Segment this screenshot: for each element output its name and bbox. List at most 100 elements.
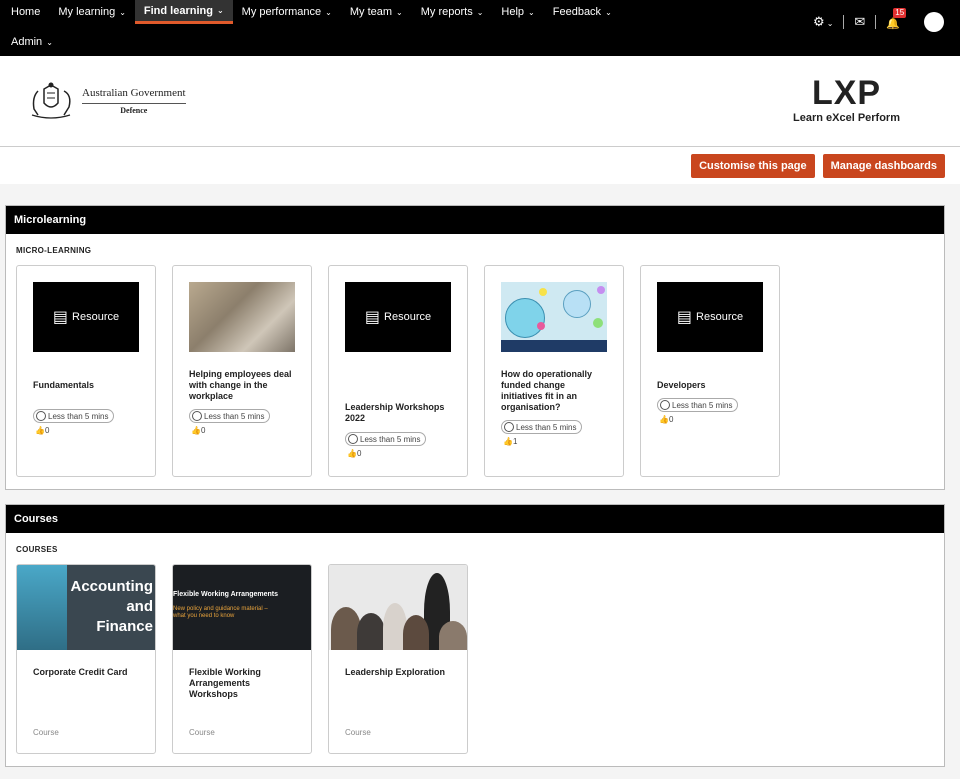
likes-count[interactable]: 👍0 [191,426,205,435]
customise-page-button[interactable]: Customise this page [691,153,815,178]
likes-count[interactable]: 👍1 [503,437,517,446]
diagram-circle [563,290,591,318]
resource-label: Resource [384,311,432,323]
nav-my-team-label: My team [349,6,393,18]
chevron-down-icon: ⌄ [325,7,332,17]
nav-utilities: ⚙ ⌄ ✉ 🔔 15 [813,7,944,32]
thumbnail-title-line: Finance [96,618,153,635]
resource-label: Resource [72,311,120,323]
likes-count[interactable]: 👍0 [659,415,673,424]
duration-text: Less than 5 mins [48,411,109,421]
card-title: How do operationally funded change initi… [501,369,593,412]
nav-feedback[interactable]: Feedback ⌄ [544,0,621,24]
block-subheading: COURSES [16,545,58,554]
block-heading: Courses [6,505,944,533]
nav-my-learning-label: My learning [58,6,116,18]
department-name: Defence [120,106,148,115]
nav-row-secondary: Admin ⌄ [0,30,960,54]
lxp-logo[interactable]: LXP Learn eXcel Perform [793,74,900,124]
nav-divider [843,15,845,29]
thumbnail-subtitle-line: what you need to know [173,613,235,619]
open-book-icon: ▤ [676,309,693,326]
chevron-down-icon: ⌄ [476,7,484,17]
likes-value: 0 [44,426,50,435]
course-thumbnail [329,565,467,650]
courses-block: Courses COURSES Accounting and Finance C… [5,504,945,767]
diagram-circle [593,318,603,328]
thumbs-up-icon: 👍 [503,437,513,446]
duration-pill: Less than 5 mins [657,398,739,412]
microlearning-block: Microlearning MICRO-LEARNING ▤ Resource F… [5,205,945,490]
course-type: Course [345,728,371,737]
thumbs-up-icon: 👍 [191,426,201,435]
chevron-down-icon: ⌄ [826,19,834,28]
bell-glyph: 🔔 [886,17,900,30]
resource-thumbnail: ▤ Resource [657,282,763,352]
audience-figure [439,621,467,650]
user-avatar[interactable] [924,12,944,32]
nav-find-learning[interactable]: Find learning ⌄ [134,0,233,24]
likes-count[interactable]: 👍0 [347,449,361,458]
australian-government-logo[interactable]: Australian Government Defence [24,81,186,121]
chevron-down-icon: ⌄ [528,7,535,17]
course-title: Leadership Exploration [345,667,446,677]
likes-value: 0 [200,426,206,435]
nav-home[interactable]: Home [2,0,49,24]
course-card[interactable]: Flexible Working Arrangements New policy… [172,564,312,754]
likes-value: 0 [356,449,362,458]
nav-help[interactable]: Help ⌄ [492,0,543,24]
nav-my-team[interactable]: My team ⌄ [341,0,412,24]
nav-home-label: Home [11,6,41,18]
settings-gear-icon[interactable]: ⚙ ⌄ [813,14,833,30]
logo-text: Australian Government Defence [82,87,186,115]
duration-pill: Less than 5 mins [189,409,271,423]
thumbnail-title: Flexible Working Arrangements [173,591,279,598]
top-navigation: Home My learning ⌄ Find learning ⌄ My perf… [0,0,960,56]
duration-pill: Less than 5 mins [501,420,583,434]
nav-find-learning-label: Find learning [143,4,213,17]
thumbs-up-icon: 👍 [659,415,669,424]
nav-my-performance[interactable]: My performance ⌄ [233,0,341,24]
clock-icon [660,400,670,410]
nav-admin[interactable]: Admin ⌄ [2,30,62,54]
calculator-graphic [17,565,67,650]
nav-my-learning[interactable]: My learning ⌄ [49,0,135,24]
thumbs-up-icon: 👍 [347,449,357,458]
page-actions: Customise this page Manage dashboards [0,147,960,184]
learning-card[interactable]: Helping employees deal with change in th… [172,265,312,477]
chevron-down-icon: ⌄ [119,7,126,17]
mail-icon[interactable]: ✉ [854,14,865,30]
block-heading: Microlearning [6,206,944,234]
duration-pill: Less than 5 mins [345,432,427,446]
card-title: Developers [657,380,706,390]
thumbnail-title-line: Accounting [70,578,154,595]
diagram-thumbnail [501,282,607,352]
notifications-bell-icon[interactable]: 🔔 15 [886,7,907,30]
thumbnail-subtitle: New policy and guidance material – what … [173,606,268,620]
course-thumbnail: Flexible Working Arrangements New policy… [173,565,311,650]
learning-card[interactable]: ▤ Resource Leadership Workshops 2022 Less… [328,265,468,477]
nav-my-reports[interactable]: My reports ⌄ [412,0,493,24]
card-title: Helping employees deal with change in th… [189,369,292,401]
duration-text: Less than 5 mins [204,411,265,421]
learning-card[interactable]: ▤ Resource Developers Less than 5 mins 👍0 [640,265,780,477]
course-type: Course [189,728,215,737]
course-title: Flexible Working Arrangements Workshops [189,667,261,699]
card-title: Leadership Workshops 2022 [345,402,445,423]
course-card[interactable]: Leadership Exploration Course [328,564,468,754]
manage-dashboards-button[interactable]: Manage dashboards [822,153,945,178]
coat-of-arms-icon [24,81,78,121]
learning-card[interactable]: How do operationally funded change initi… [484,265,624,477]
card-title: Fundamentals [33,380,95,390]
course-card-list: Accounting and Finance Corporate Credit … [6,564,944,766]
chevron-down-icon: ⌄ [605,7,612,17]
clock-icon [348,434,358,444]
nav-divider [875,15,877,29]
clock-icon [192,411,202,421]
open-book-icon: ▤ [364,309,381,326]
likes-count[interactable]: 👍0 [35,426,49,435]
learning-card[interactable]: ▤ Resource Fundamentals Less than 5 mins … [16,265,156,477]
thumbnail-subtitle-line: New policy and guidance material – [173,606,268,612]
diagram-circle [539,288,547,296]
course-card[interactable]: Accounting and Finance Corporate Credit … [16,564,156,754]
